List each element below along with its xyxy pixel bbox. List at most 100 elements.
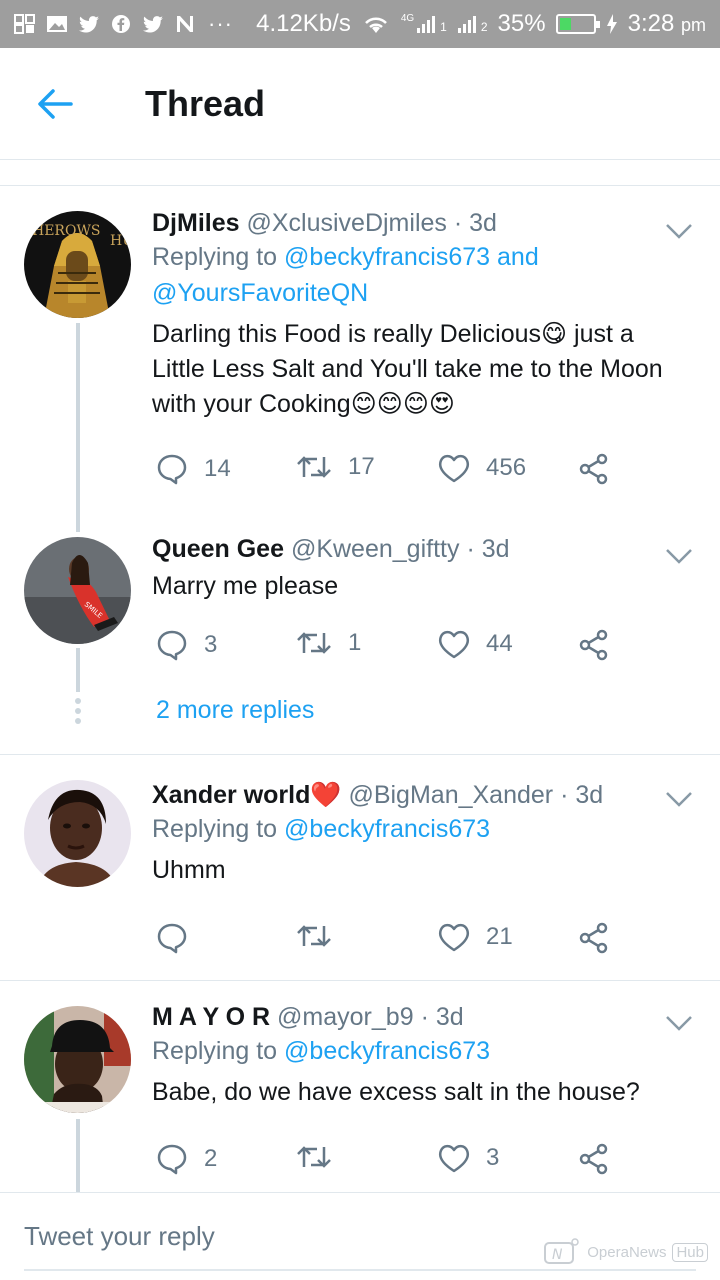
author-name[interactable]: DjMiles: [152, 209, 240, 237]
like-button[interactable]: 456: [438, 453, 526, 483]
tweet-content: M A Y O R @mayor_b9 · 3d Replying to @be…: [152, 1001, 680, 1110]
network-speed: 4.12Kb/s: [256, 10, 351, 37]
tweet-meta: DjMiles @XclusiveDjmiles · 3d: [152, 207, 680, 239]
reply-button[interactable]: 14: [156, 453, 231, 485]
retweet-icon: [297, 1146, 331, 1168]
reply-icon: [157, 454, 187, 485]
reply-count: 3: [204, 631, 218, 658]
tweet-time: · 3d: [466, 535, 510, 563]
share-button[interactable]: [578, 629, 610, 661]
twitter-icon: [143, 16, 163, 33]
watermark-hub: Hub: [672, 1242, 708, 1262]
avatar[interactable]: HEROWS HUZ: [24, 211, 131, 318]
heart-icon: [438, 923, 470, 952]
retweet-button[interactable]: [296, 1143, 348, 1171]
wifi-icon: [364, 17, 387, 33]
avatar[interactable]: [24, 780, 131, 887]
reply-icon: [157, 630, 187, 661]
svg-text:N: N: [552, 1247, 563, 1263]
tweet-text: Darling this Food is really Delicious😋 j…: [152, 320, 663, 418]
author-handle[interactable]: @XclusiveDjmiles: [246, 209, 446, 237]
tweet-actions: 21: [156, 922, 636, 962]
like-button[interactable]: 3: [438, 1143, 499, 1173]
battery-icon: [555, 14, 600, 34]
twitter-icon: [79, 16, 99, 33]
tweet-actions: 14 17 456: [156, 453, 636, 493]
system-icons: 4.12Kb/s 4G 1 2 35% 3:28 pm: [256, 10, 706, 38]
author-name[interactable]: Xander world❤️: [152, 781, 342, 809]
author-handle[interactable]: @Kween_giftty: [291, 535, 460, 563]
heart-icon: [438, 1144, 470, 1173]
facebook-icon: [112, 15, 130, 33]
tweet[interactable]: Xander world❤️ @BigMan_Xander · 3d Reply…: [0, 755, 720, 980]
reply-button[interactable]: [156, 922, 204, 954]
author-handle[interactable]: @BigMan_Xander: [348, 781, 553, 809]
share-icon: [579, 922, 608, 954]
like-button[interactable]: 44: [438, 629, 513, 659]
chevron-down-icon[interactable]: [664, 546, 694, 566]
avatar[interactable]: SMILE: [24, 537, 131, 644]
mention-link[interactable]: @beckyfrancis673: [284, 1037, 490, 1065]
svg-text:HUZ: HUZ: [110, 233, 131, 249]
chevron-down-icon[interactable]: [664, 789, 694, 809]
back-button[interactable]: [0, 48, 110, 160]
share-icon: [579, 453, 608, 485]
xander-avatar-image: [24, 780, 131, 887]
retweet-icon: [297, 925, 331, 947]
image-icon: [47, 16, 67, 32]
tweet-meta: Xander world❤️ @BigMan_Xander · 3d: [152, 779, 680, 811]
back-arrow-icon: [38, 88, 73, 119]
more-notifications: ···: [208, 11, 233, 36]
retweet-button[interactable]: 17: [296, 453, 375, 481]
like-count: 21: [486, 923, 513, 950]
tweet-text: Uhmm: [152, 856, 226, 884]
tweet-content: Xander world❤️ @BigMan_Xander · 3d Reply…: [152, 779, 680, 888]
signal-sim-1: 4G 1: [400, 13, 447, 35]
tweet-text: Marry me please: [152, 572, 339, 600]
battery-level: [559, 18, 571, 30]
tweet[interactable]: HEROWS HUZ DjMiles @XclusiveDjmiles · 3d…: [0, 187, 720, 532]
tweet-actions: 3 1 44: [156, 629, 636, 669]
reply-button[interactable]: 2: [156, 1143, 217, 1175]
retweet-button[interactable]: [296, 922, 348, 950]
like-count: 3: [486, 1144, 500, 1171]
reply-icon: [157, 923, 187, 954]
tweet-meta: M A Y O R @mayor_b9 · 3d: [152, 1001, 680, 1033]
replying-to: Replying to @beckyfrancis673: [152, 1037, 491, 1065]
more-replies-link[interactable]: 2 more replies: [156, 696, 314, 725]
app-grid-icon: [14, 14, 35, 34]
watermark-brand: OperaNews: [587, 1243, 667, 1261]
reply-count: 2: [204, 1145, 218, 1172]
tweet-reply-input[interactable]: Tweet your reply: [24, 1221, 215, 1252]
author-handle[interactable]: @mayor_b9: [277, 1003, 414, 1031]
tweet-actions: 2 3: [156, 1143, 636, 1183]
author-name[interactable]: M A Y O R: [152, 1003, 270, 1031]
author-name[interactable]: Queen Gee: [152, 535, 284, 563]
pharaoh-avatar-image: HEROWS HUZ: [24, 211, 131, 318]
tweet[interactable]: SMILE Queen Gee @Kween_giftty · 3d Marry…: [0, 532, 720, 754]
tweet-content: Queen Gee @Kween_giftty · 3d Marry me pl…: [152, 533, 680, 604]
chevron-down-icon[interactable]: [664, 1013, 694, 1033]
share-icon: [579, 1143, 608, 1175]
chevron-down-icon[interactable]: [664, 221, 694, 241]
share-button[interactable]: [578, 453, 610, 485]
tweet[interactable]: M A Y O R @mayor_b9 · 3d Replying to @be…: [0, 981, 720, 1192]
retweet-button[interactable]: 1: [296, 629, 361, 657]
opera-news-logo-icon: N: [544, 1238, 580, 1264]
like-count: 456: [486, 454, 527, 481]
mention-link[interactable]: @beckyfrancis673: [284, 815, 490, 843]
share-button[interactable]: [578, 922, 610, 954]
svg-text:HEROWS: HEROWS: [32, 223, 100, 239]
reply-count: 14: [204, 455, 231, 482]
avatar[interactable]: [24, 1006, 131, 1113]
tweet-time: · 3d: [560, 781, 604, 809]
status-bar: ··· 4.12Kb/s 4G 1 2 35% 3:28 pm: [0, 0, 720, 48]
share-button[interactable]: [578, 1143, 610, 1175]
replying-to: Replying to @beckyfrancis673: [152, 815, 491, 843]
thread-dots: [75, 698, 81, 728]
like-button[interactable]: 21: [438, 922, 513, 952]
heart-icon: [438, 630, 470, 659]
retweet-icon: [297, 632, 331, 654]
reply-button[interactable]: 3: [156, 629, 217, 661]
nfc-icon: [177, 16, 193, 32]
